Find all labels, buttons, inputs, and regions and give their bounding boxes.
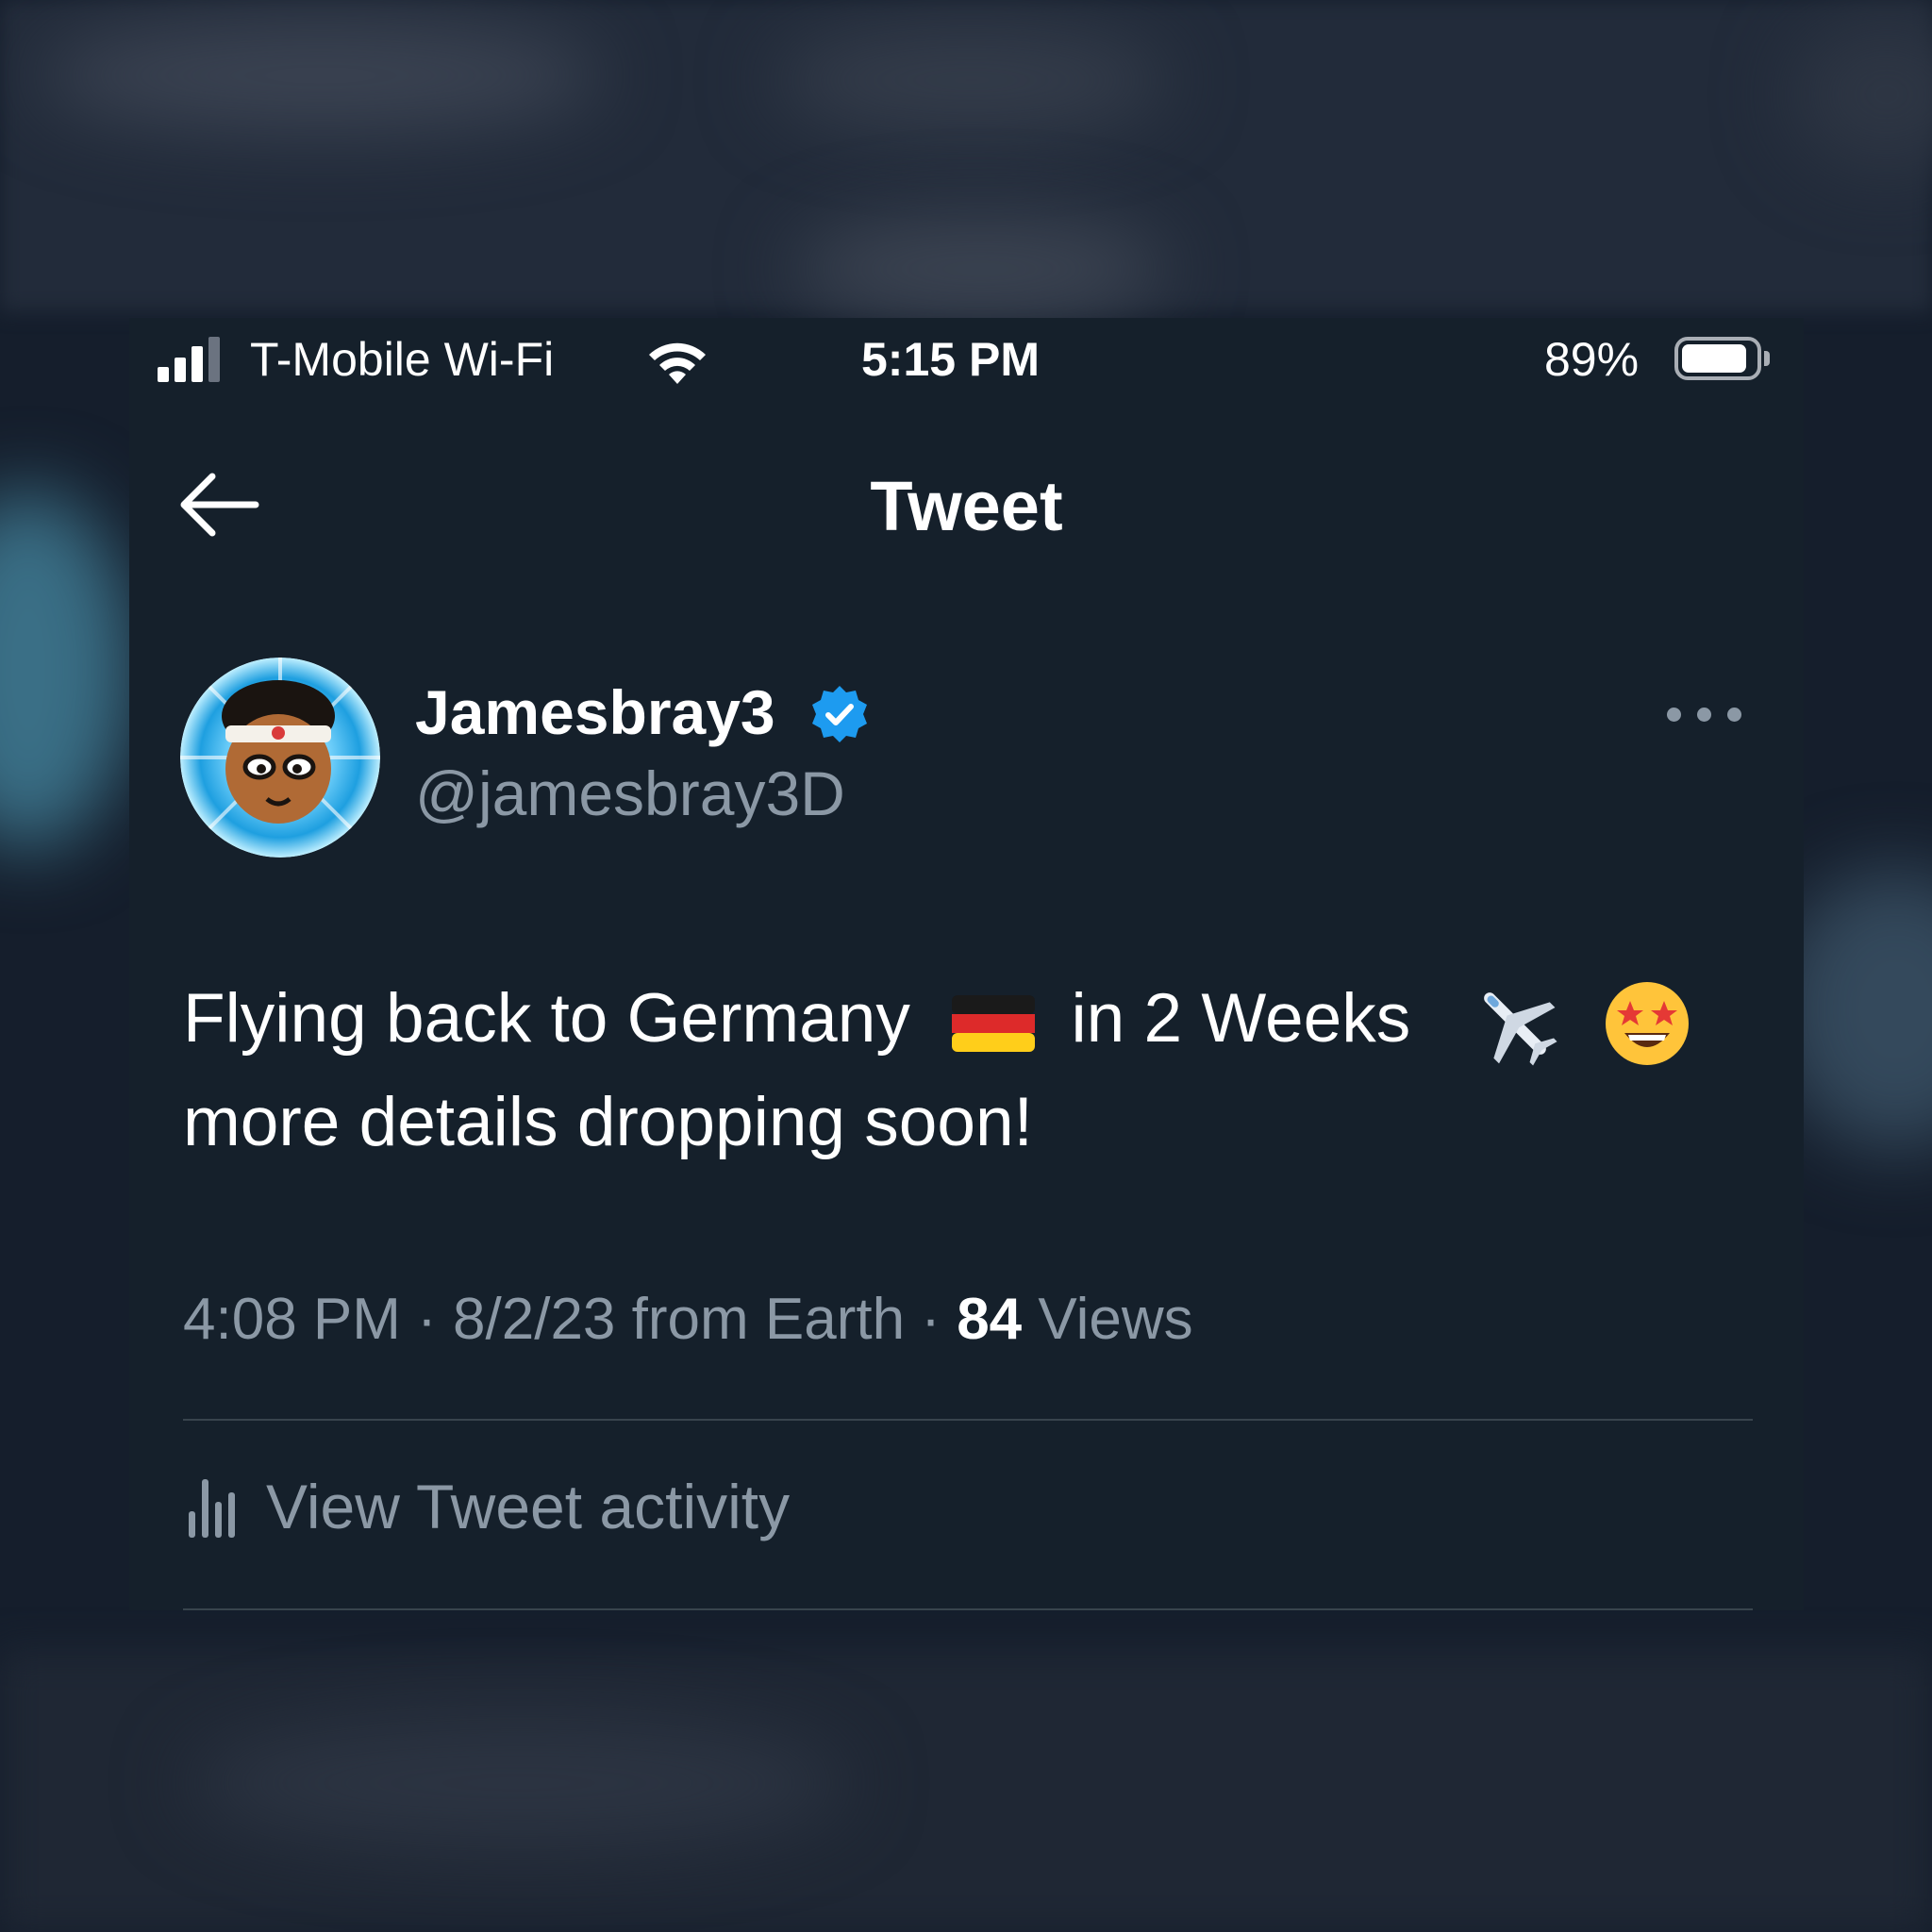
tweet-text-part: more details dropping soon! bbox=[183, 1084, 1033, 1160]
tweet-text-part: Flying back to Germany bbox=[183, 980, 910, 1057]
battery-icon bbox=[1674, 337, 1773, 384]
bar-chart-icon bbox=[189, 1479, 235, 1538]
status-time: 5:15 PM bbox=[861, 333, 1040, 386]
views-count: 84 bbox=[957, 1287, 1023, 1352]
more-options-icon[interactable] bbox=[1667, 700, 1742, 728]
wifi-icon bbox=[649, 342, 706, 384]
star-struck-face-icon bbox=[1605, 981, 1689, 1065]
tweet-meta: 4:08 PM · 8/2/23 from Earth · 84 Views bbox=[183, 1282, 1193, 1357]
display-name[interactable]: Jamesbray3 bbox=[415, 675, 775, 750]
airplane-icon bbox=[1483, 991, 1557, 1066]
blurred-background-shape bbox=[38, 19, 604, 132]
divider bbox=[183, 1608, 1753, 1610]
cellular-signal-icon bbox=[158, 337, 233, 382]
battery-percent: 89% bbox=[1544, 333, 1640, 386]
divider bbox=[183, 1419, 1753, 1421]
views-label: Views bbox=[1038, 1287, 1193, 1352]
avatar[interactable] bbox=[180, 658, 380, 858]
verified-badge-icon bbox=[812, 686, 867, 742]
separator: · bbox=[921, 1287, 941, 1352]
page-title: Tweet bbox=[870, 467, 1063, 545]
view-tweet-activity-button[interactable]: View Tweet activity bbox=[183, 1464, 790, 1549]
tweet-text: Flying back to Germany in 2 Weeks more d… bbox=[183, 967, 1768, 1174]
germany-flag-icon bbox=[952, 994, 1036, 1052]
blurred-background-shape bbox=[189, 1717, 849, 1849]
avatar-image bbox=[180, 658, 380, 858]
view-tweet-activity-label: View Tweet activity bbox=[266, 1472, 791, 1541]
status-bar: T-Mobile Wi-Fi 5:15 PM 89% bbox=[129, 318, 1804, 412]
blurred-background-shape bbox=[774, 28, 1170, 132]
tweet-text-part: in 2 Weeks bbox=[1071, 980, 1411, 1057]
blurred-background-shape bbox=[792, 217, 1170, 321]
top-nav: Tweet bbox=[129, 441, 1804, 554]
carrier-label: T-Mobile Wi-Fi bbox=[250, 333, 555, 386]
tweet-screen: T-Mobile Wi-Fi 5:15 PM 89% Tweet Jamesbr… bbox=[129, 318, 1804, 1610]
blurred-background-shape bbox=[0, 491, 132, 849]
tweet-time: 4:08 PM bbox=[183, 1287, 401, 1352]
separator: · bbox=[417, 1287, 437, 1352]
photo-frame: T-Mobile Wi-Fi 5:15 PM 89% Tweet Jamesbr… bbox=[0, 0, 1932, 1932]
tweet-date-source: 8/2/23 from Earth bbox=[453, 1287, 906, 1352]
user-handle[interactable]: @jamesbray3D bbox=[415, 756, 845, 831]
